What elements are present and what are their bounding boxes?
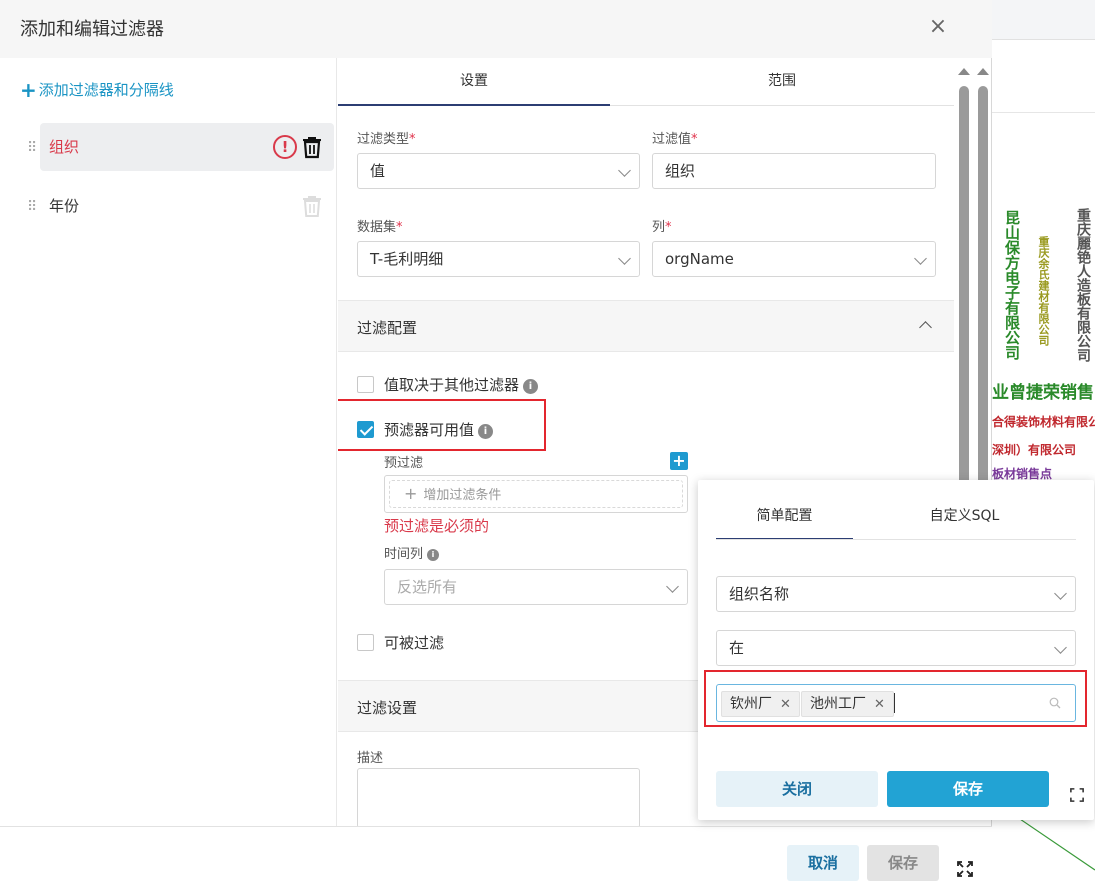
background-org-text-3: 重庆余氏建材有限公司 <box>1037 236 1050 346</box>
background-org-text-1: 重庆麗铯人造板有限公司 <box>1075 208 1091 362</box>
tab-bar: 设置 范围 <box>338 58 954 106</box>
filter-item-year[interactable]: 年份 <box>40 182 334 230</box>
info-icon[interactable]: i <box>523 379 539 394</box>
filter-item-org[interactable]: 组织 ! <box>40 123 334 171</box>
background-divider <box>992 112 1095 113</box>
expand-icon[interactable] <box>1070 788 1084 802</box>
depends-on-filters-label: 值取决于其他过滤器 i <box>384 374 539 395</box>
modal-title: 添加和编辑过滤器 <box>20 19 164 40</box>
tab-divider <box>716 539 1076 540</box>
scrollbar[interactable] <box>959 86 969 486</box>
prefilter-box: + 增加过滤条件 <box>384 475 688 513</box>
tab-custom-sql[interactable]: 自定义SQL <box>896 496 1033 540</box>
filterable-checkbox[interactable] <box>357 634 374 651</box>
trash-icon[interactable] <box>301 194 323 218</box>
time-column-placeholder: 反选所有 <box>397 578 458 596</box>
plus-icon: + <box>404 484 418 503</box>
tab-simple-config[interactable]: 简单配置 <box>716 496 853 540</box>
add-filter-label: 添加过滤器和分隔线 <box>38 81 174 99</box>
filter-value-input[interactable]: 组织 <box>652 153 936 189</box>
section-title: 过滤设置 <box>357 699 418 717</box>
chevron-down-icon <box>618 252 631 265</box>
add-condition-button[interactable]: + 增加过滤条件 <box>389 480 683 508</box>
chevron-down-icon <box>618 164 631 177</box>
scrollbar[interactable] <box>978 86 988 486</box>
background-org-text-4: 业曾捷荣销售 <box>992 383 1094 403</box>
tag-chip: 钦州厂 ✕ <box>721 691 800 717</box>
background-org-text-5: 合得装饰材料有限公 <box>992 415 1095 429</box>
column-name-select[interactable]: 组织名称 <box>716 576 1076 612</box>
filter-item-label: 年份 <box>49 197 80 215</box>
filter-item-label: 组织 <box>49 138 80 156</box>
depends-on-filters-checkbox[interactable] <box>357 376 374 393</box>
chevron-down-icon <box>1054 587 1067 600</box>
dataset-value: T-毛利明细 <box>370 250 444 268</box>
warning-icon: ! <box>273 135 297 159</box>
save-button[interactable]: 保存 <box>867 845 939 881</box>
filter-value-label: 过滤值* <box>652 132 698 147</box>
prefilter-available-checkbox[interactable] <box>357 421 374 438</box>
tag-label: 池州工厂 <box>810 696 866 712</box>
add-filter-link[interactable]: + 添加过滤器和分隔线 <box>20 78 174 102</box>
background-org-text-6: 深圳）有限公司 <box>992 443 1077 457</box>
prefilter-popover: 简单配置 自定义SQL 组织名称 在 钦州厂 ✕ 池州工厂 ✕ 关闭 保存 <box>698 480 1094 820</box>
column-label: 列* <box>652 220 672 235</box>
close-icon[interactable]: × <box>926 15 950 39</box>
chevron-down-icon <box>666 580 679 593</box>
time-column-label: 时间列 i <box>384 543 440 562</box>
prefilter-error: 预过滤是必须的 <box>384 517 490 535</box>
dataset-select[interactable]: T-毛利明细 <box>357 241 640 277</box>
drag-handle-icon[interactable]: ⠿ <box>27 199 37 215</box>
remove-tag-icon[interactable]: ✕ <box>780 697 791 712</box>
filter-type-select[interactable]: 值 <box>357 153 640 189</box>
plus-icon: + <box>20 78 37 102</box>
column-select[interactable]: orgName <box>652 241 936 277</box>
dataset-label: 数据集* <box>357 220 403 235</box>
cancel-button[interactable]: 取消 <box>787 845 859 881</box>
info-icon[interactable]: i <box>427 549 440 561</box>
trash-icon[interactable] <box>301 135 323 159</box>
text-cursor <box>894 693 895 713</box>
background-toolbar <box>992 0 1095 40</box>
popover-close-button[interactable]: 关闭 <box>716 771 878 807</box>
filter-value-text: 组织 <box>665 162 696 180</box>
prefilter-label: 预过滤 <box>384 456 424 471</box>
add-condition-label: 增加过滤条件 <box>423 488 502 503</box>
tab-scope[interactable]: 范围 <box>646 58 918 106</box>
column-value: orgName <box>665 250 734 268</box>
tag-label: 钦州厂 <box>730 696 772 712</box>
operator-select[interactable]: 在 <box>716 630 1076 666</box>
description-label: 描述 <box>357 751 384 766</box>
popover-save-button[interactable]: 保存 <box>887 771 1049 807</box>
info-icon[interactable]: i <box>478 424 494 439</box>
drag-handle-icon[interactable]: ⠿ <box>27 140 37 156</box>
scroll-up-icon[interactable] <box>977 68 989 75</box>
tag-chip: 池州工厂 ✕ <box>801 691 894 717</box>
fullscreen-icon[interactable] <box>957 861 973 877</box>
description-textarea[interactable] <box>357 768 640 826</box>
remove-tag-icon[interactable]: ✕ <box>874 697 885 712</box>
filter-type-value: 值 <box>370 162 386 180</box>
section-title: 过滤配置 <box>357 319 418 337</box>
values-multiselect[interactable]: 钦州厂 ✕ 池州工厂 ✕ <box>716 684 1076 722</box>
search-icon <box>1049 697 1061 709</box>
operator-value: 在 <box>729 639 745 657</box>
filter-type-label: 过滤类型* <box>357 132 416 147</box>
background-org-text-2: 昆山保方电子有限公司 <box>1003 210 1021 360</box>
tab-settings[interactable]: 设置 <box>338 58 610 106</box>
scroll-up-icon[interactable] <box>958 68 970 75</box>
chevron-up-icon <box>919 321 932 334</box>
time-column-select[interactable]: 反选所有 <box>384 569 688 605</box>
add-prefilter-button[interactable]: + <box>670 452 688 470</box>
filterable-label: 可被过滤 <box>384 634 445 652</box>
modal-footer: 取消 保存 <box>0 826 992 886</box>
filter-config-section-header[interactable]: 过滤配置 <box>338 300 954 352</box>
filter-list-panel: + 添加过滤器和分隔线 ⠿ 组织 ! ⠿ 年份 <box>0 58 337 826</box>
chevron-down-icon <box>914 252 927 265</box>
column-name-value: 组织名称 <box>729 585 790 603</box>
chevron-down-icon <box>1054 641 1067 654</box>
modal-header: 添加和编辑过滤器 × <box>0 0 992 58</box>
prefilter-available-label: 预滤器可用值 i <box>384 419 494 440</box>
